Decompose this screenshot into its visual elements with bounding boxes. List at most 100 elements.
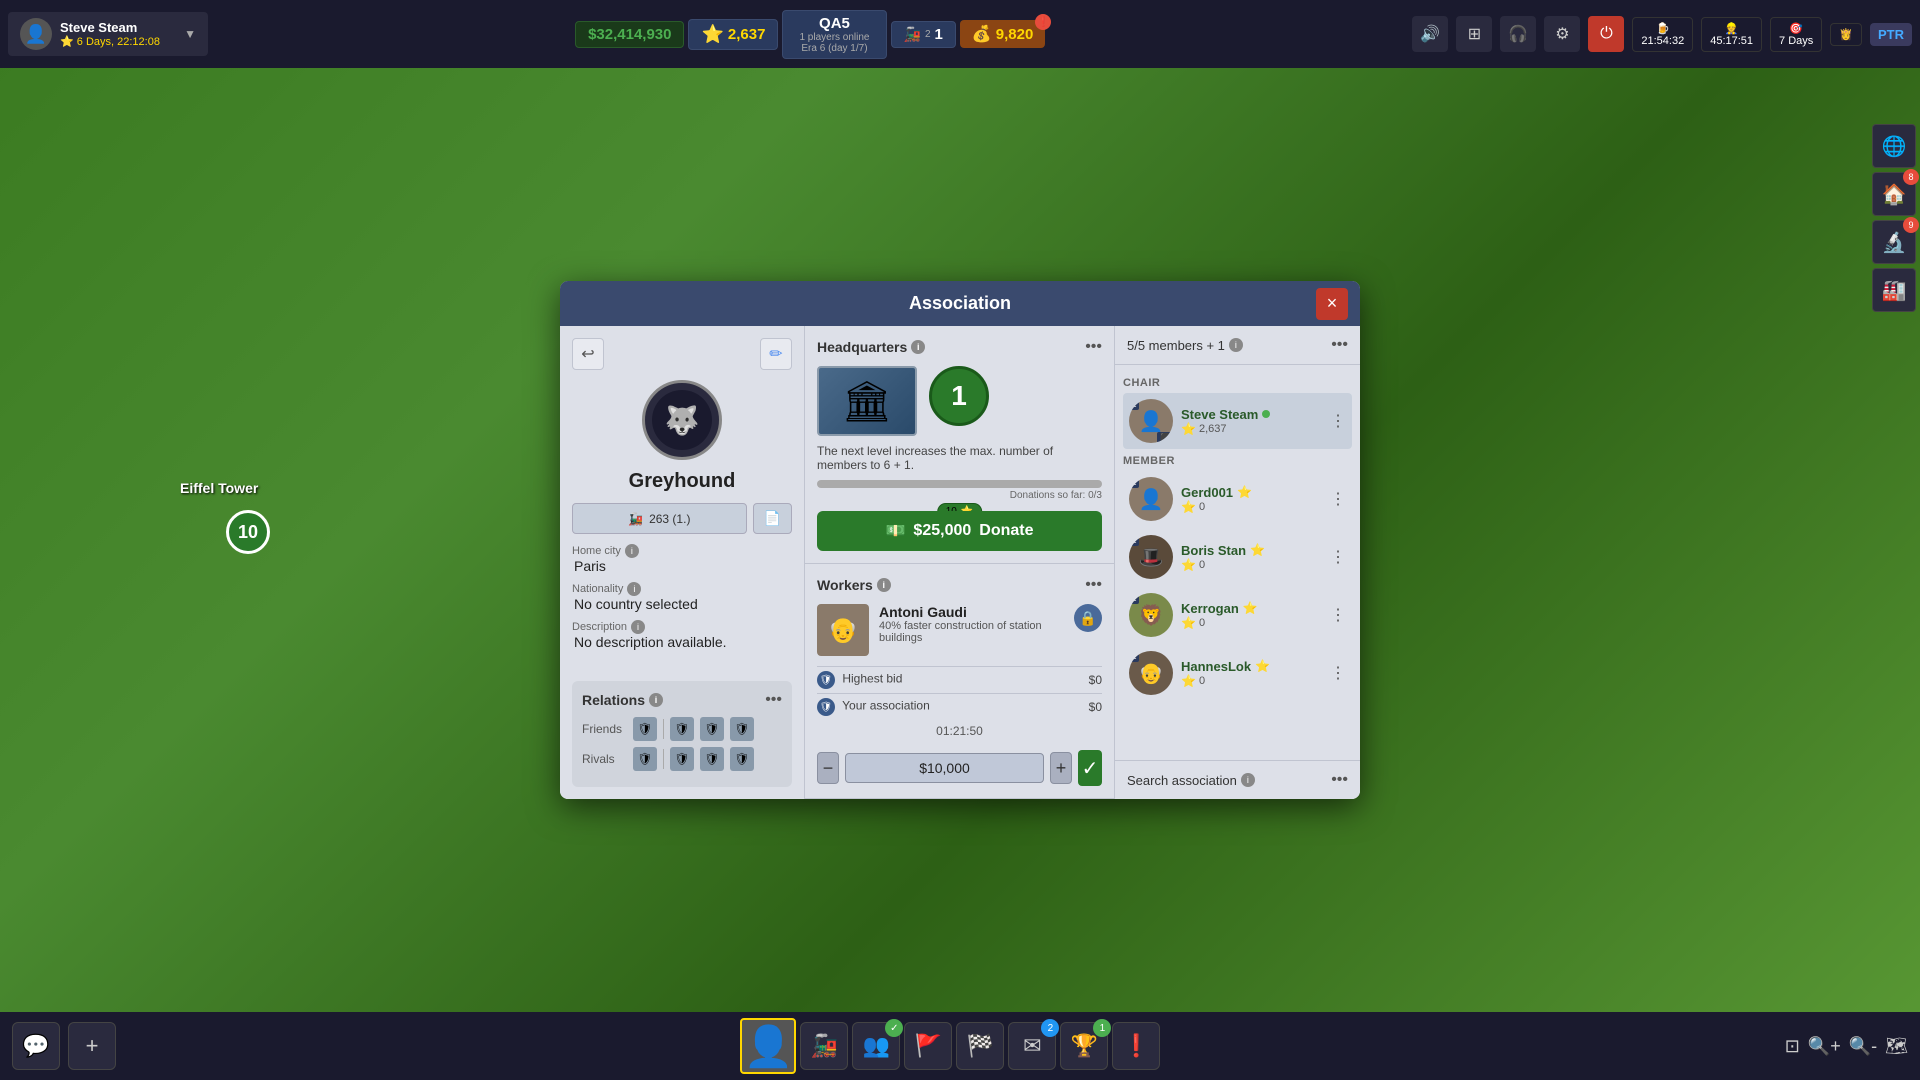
zoom-in-icon[interactable]: 🔍+ [1808, 1036, 1841, 1057]
member-item-gerd[interactable]: 1 👤 Gerd001 ⭐ ⭐ 0 [1123, 471, 1352, 527]
player-dropdown-arrow[interactable]: ▼ [184, 27, 196, 41]
plus-button[interactable]: + [1050, 752, 1072, 784]
donations-label: Donations so far: 0/3 [817, 490, 1102, 501]
member-avatar-hanneslok: 1 👴 [1129, 651, 1173, 695]
nationality-field: Nationality i No country selected [572, 582, 792, 612]
queue-value: 1 [935, 26, 943, 43]
hq-image: 🏛 [817, 366, 917, 436]
association-modal: Association × ↩ ✏ 🐺 Greyhound [560, 281, 1360, 799]
bottom-bar: 💬 + 👤 🚂 👥 ✓ 🚩 🏁 ✉ 2 🏆 1 ❗ ⊡ 🔍+ 🔍- 🗺 [0, 1012, 1920, 1080]
minus-button[interactable]: − [817, 752, 839, 784]
money-stat[interactable]: $32,414,930 [575, 21, 684, 48]
member-item-hanneslok[interactable]: 1 👴 HannesLok ⭐ ⭐ 0 [1123, 645, 1352, 701]
trophy-bottom-icon[interactable]: 🏆 1 [1060, 1022, 1108, 1070]
bottom-center: 👤 🚂 👥 ✓ 🚩 🏁 ✉ 2 🏆 1 ❗ [740, 1018, 1160, 1074]
donate-cash-icon: 💵 [886, 521, 906, 541]
home-city-label: Home city i [572, 544, 792, 558]
member-points-hanneslok: ⭐ 0 [1181, 674, 1322, 688]
confirm-button[interactable]: ✓ [1078, 750, 1102, 786]
members-menu[interactable]: ••• [1331, 336, 1348, 354]
points-stat[interactable]: ⭐ 2,637 [688, 19, 778, 50]
workers-menu[interactable]: ••• [1085, 576, 1102, 594]
member-menu-kerrogan[interactable]: ⋮ [1330, 605, 1346, 625]
player-name: Steve Steam [60, 20, 176, 35]
queue-stat[interactable]: 🚂2 1 [891, 21, 956, 48]
train-label: 263 (1.) [649, 512, 690, 526]
player-time: ⭐ 6 Days, 22:12:08 [60, 35, 176, 48]
group-bottom-icon[interactable]: 👥 ✓ [852, 1022, 900, 1070]
sound-icon[interactable]: 🔊 [1412, 16, 1448, 52]
train-bottom-icon[interactable]: 🚂 [800, 1022, 848, 1070]
workers-info[interactable]: i [877, 578, 891, 592]
message-bottom-icon[interactable]: ✉ 2 [1008, 1022, 1056, 1070]
headset-icon[interactable]: 🎧 [1500, 16, 1536, 52]
member-menu-hanneslok[interactable]: ⋮ [1330, 663, 1346, 683]
hq-level: 1 [929, 366, 989, 426]
member-menu-steve[interactable]: ⋮ [1330, 411, 1346, 431]
alert-bottom-icon[interactable]: ❗ [1112, 1022, 1160, 1070]
member-menu-boris[interactable]: ⋮ [1330, 547, 1346, 567]
online-indicator-steve [1262, 410, 1270, 418]
member-level-kerrogan: 1 [1129, 593, 1139, 604]
description-info[interactable]: i [631, 620, 645, 634]
search-assoc-info[interactable]: i [1241, 773, 1255, 787]
worker-info: Antoni Gaudi 40% faster construction of … [879, 604, 1064, 644]
highest-bid-label: 🛡 Highest bid [817, 671, 902, 689]
worker-item: 👴 Antoni Gaudi 40% faster construction o… [817, 604, 1102, 656]
leave-button[interactable]: ↩ [572, 338, 604, 370]
friends-icon-1: 🛡 [633, 717, 657, 741]
modal-overlay: Association × ↩ ✏ 🐺 Greyhound [0, 68, 1920, 1012]
train-icon: 🚂 [628, 512, 643, 526]
zoom-out-icon[interactable]: 🔍- [1849, 1036, 1877, 1057]
rivals-divider [663, 749, 664, 769]
member-menu-gerd[interactable]: ⋮ [1330, 489, 1346, 509]
trophy-badge: 1 [1093, 1019, 1111, 1037]
race-bottom-icon[interactable]: 🏁 [956, 1022, 1004, 1070]
friends-icon-3: 🛡 [700, 717, 724, 741]
search-assoc-title: Search association i [1127, 773, 1255, 788]
relations-info[interactable]: i [649, 693, 663, 707]
friends-icon-2: 🛡 [670, 717, 694, 741]
members-list: CHAIR 1 👤 ⬛ Steve Steam [1115, 365, 1360, 760]
member-level-hanneslok: 1 [1129, 651, 1139, 662]
hq-section: Headquarters i ••• 🏛 1 The next level [805, 326, 1114, 564]
amount-input[interactable] [845, 753, 1044, 783]
progress-bar [817, 480, 1102, 488]
edit-button[interactable]: ✏ [760, 338, 792, 370]
train-button[interactable]: 🚂 263 (1.) [572, 503, 747, 534]
power-icon[interactable]: ⏻ [1588, 16, 1624, 52]
bid-icon: 🛡 [817, 671, 835, 689]
map-icon[interactable]: 🗺 [1885, 1036, 1908, 1057]
settings-icon[interactable]: ⚙ [1544, 16, 1580, 52]
home-city-info[interactable]: i [625, 544, 639, 558]
association-name: Greyhound [572, 470, 792, 493]
top-stats: $32,414,930 ⭐ 2,637 QA5 1 players online… [208, 10, 1412, 59]
player-info[interactable]: 👤 Steve Steam ⭐ 6 Days, 22:12:08 ▼ [8, 12, 208, 56]
member-avatar-kerrogan: 1 🦁 [1129, 593, 1173, 637]
member-item-boris[interactable]: 1 🎩 Boris Stan ⭐ ⭐ 0 [1123, 529, 1352, 585]
resize-icon[interactable]: ⊡ [1785, 1036, 1800, 1057]
qa-stat[interactable]: QA5 1 players online Era 6 (day 1/7) [782, 10, 886, 59]
member-points-gerd: ⭐ 0 [1181, 500, 1322, 514]
doc-button[interactable]: 📄 [753, 503, 792, 534]
chat-button[interactable]: 💬 [12, 1022, 60, 1070]
player-portrait[interactable]: 👤 [740, 1018, 796, 1074]
member-item[interactable]: 1 👤 ⬛ Steve Steam ⭐ 2,637 [1123, 393, 1352, 449]
kerrogan-coin-icon: ⭐ [1243, 601, 1258, 615]
fullscreen-icon[interactable]: ⊞ [1456, 16, 1492, 52]
donate-button[interactable]: 💵 $25,000 Donate [817, 511, 1102, 551]
worker-action-icon[interactable]: 🔒 [1074, 604, 1102, 632]
add-button[interactable]: + [68, 1022, 116, 1070]
flag-bottom-icon[interactable]: 🚩 [904, 1022, 952, 1070]
modal-close-button[interactable]: × [1316, 288, 1348, 320]
gold-stat[interactable]: ❗ 💰 9,820 [960, 20, 1045, 48]
hq-menu[interactable]: ••• [1085, 338, 1102, 356]
nationality-info[interactable]: i [627, 582, 641, 596]
hq-info[interactable]: i [911, 340, 925, 354]
member-item-kerrogan[interactable]: 1 🦁 Kerrogan ⭐ ⭐ 0 [1123, 587, 1352, 643]
relations-menu[interactable]: ••• [765, 691, 782, 709]
search-assoc-menu[interactable]: ••• [1331, 771, 1348, 789]
members-info[interactable]: i [1229, 338, 1243, 352]
friends-divider [663, 719, 664, 739]
member-level-gerd: 1 [1129, 477, 1139, 488]
